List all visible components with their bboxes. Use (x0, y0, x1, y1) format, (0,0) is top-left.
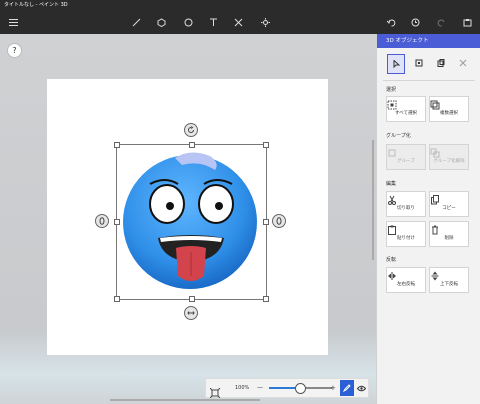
rotate-icon (188, 126, 194, 133)
section-select-title: 選択 (386, 87, 397, 93)
delete-label: 削除 (444, 236, 454, 241)
multi-select-icon (430, 100, 440, 110)
zoom-out-button[interactable]: — (257, 379, 263, 397)
ungroup-button[interactable]: グループ化解除 (429, 144, 469, 170)
top-toolbar (0, 10, 480, 35)
trim-icon (459, 59, 467, 67)
resize-handle-bottom-right[interactable] (263, 296, 269, 302)
multi-select-label: 複数選択 (440, 111, 458, 116)
undo-icon[interactable] (384, 10, 398, 34)
panel-header: 3D オブジェクト (377, 34, 480, 48)
trash-icon (432, 225, 438, 235)
group-label: グループ (397, 159, 415, 164)
multi-select-button[interactable]: 複数選択 (429, 96, 469, 122)
zoom-slider-track (302, 387, 332, 389)
horizontal-scrollbar[interactable] (110, 399, 260, 401)
rotate-z-handle[interactable] (184, 123, 198, 137)
section-edit-title: 編集 (386, 181, 397, 187)
panel-tabs (377, 48, 480, 78)
effects-icon[interactable] (231, 10, 245, 34)
select-all-label: すべて選択 (394, 111, 417, 116)
tab-copy[interactable] (433, 54, 449, 72)
cursor-icon (393, 60, 400, 68)
resize-handle-left[interactable] (114, 219, 120, 225)
resize-handle-bottom[interactable] (189, 296, 195, 302)
flip-horizontal-label: 左右反転 (397, 282, 415, 287)
zoom-bar: 100% — + (205, 378, 369, 399)
divider (383, 80, 475, 81)
scissors-icon (388, 195, 396, 205)
pen-icon (343, 384, 351, 392)
resize-handle-top[interactable] (189, 142, 195, 148)
redo-icon[interactable] (434, 10, 448, 34)
group-icon (388, 149, 396, 157)
paste-icon[interactable] (460, 10, 474, 34)
section-flip-title: 反転 (386, 257, 397, 263)
paste-button[interactable]: 貼り付け (386, 221, 426, 247)
vertical-scrollbar[interactable] (372, 140, 374, 260)
cut-button[interactable]: 切り取り (386, 191, 426, 217)
flip-horizontal-icon (388, 272, 396, 280)
section-group-title: グループ化 (386, 133, 411, 139)
history-icon[interactable] (408, 10, 422, 34)
eye-icon (356, 385, 366, 391)
flip-vertical-icon (431, 271, 439, 281)
cut-label: 切り取り (397, 206, 415, 211)
text-icon[interactable] (206, 10, 220, 34)
rotate-y-handle[interactable] (95, 214, 109, 228)
depth-handle[interactable] (184, 306, 198, 320)
paste-icon (388, 225, 396, 235)
properties-panel: 3D オブジェクト 選択 すべて選択 複数選択 グループ化 グループ グループ化… (376, 34, 480, 404)
zoom-level: 100% (235, 385, 250, 391)
group-button[interactable]: グループ (386, 144, 426, 170)
selection-box (116, 144, 267, 300)
delete-button[interactable]: 削除 (429, 221, 469, 247)
panel-title: 3D オブジェクト (386, 38, 429, 44)
pen-mode-button[interactable] (340, 380, 354, 396)
resize-handle-top-left[interactable] (114, 142, 120, 148)
light-icon[interactable] (258, 10, 272, 34)
tab-delete[interactable] (455, 54, 471, 72)
tab-select[interactable] (387, 54, 405, 74)
zoom-slider-thumb[interactable] (295, 383, 306, 394)
view-3d-button[interactable] (355, 380, 367, 396)
menu-icon[interactable] (6, 10, 20, 34)
window-title: タイトルなし - ペイント 3D (4, 2, 68, 8)
zoom-in-button[interactable]: + (330, 379, 336, 397)
rotate-icon (99, 217, 105, 225)
flip-vertical-label: 上下反転 (440, 282, 458, 287)
resize-handle-top-right[interactable] (263, 142, 269, 148)
title-bar: タイトルなし - ペイント 3D (0, 0, 480, 10)
ungroup-label: グループ化解除 (433, 159, 465, 164)
tab-crop[interactable] (411, 54, 427, 72)
help-button[interactable]: ? (7, 43, 22, 58)
flip-vertical-button[interactable]: 上下反転 (429, 267, 469, 293)
ungroup-icon (430, 148, 440, 158)
depth-icon (187, 311, 195, 315)
resize-handle-right[interactable] (263, 219, 269, 225)
select-all-icon (387, 100, 397, 110)
crop-icon (415, 59, 423, 67)
copy-label: コピー (442, 206, 456, 211)
select-all-button[interactable]: すべて選択 (386, 96, 426, 122)
3d-shapes-icon[interactable] (154, 10, 168, 34)
copy-icon (431, 195, 439, 205)
resize-handle-bottom-left[interactable] (114, 296, 120, 302)
flip-horizontal-button[interactable]: 左右反転 (386, 267, 426, 293)
copy-button[interactable]: コピー (429, 191, 469, 217)
brushes-icon[interactable] (129, 10, 143, 34)
fit-to-screen-icon[interactable] (209, 383, 221, 399)
rotate-x-handle[interactable] (272, 214, 286, 228)
paste-label: 貼り付け (397, 236, 415, 241)
copy-icon (437, 59, 445, 67)
stickers-icon[interactable] (181, 10, 195, 34)
rotate-icon (276, 217, 282, 225)
